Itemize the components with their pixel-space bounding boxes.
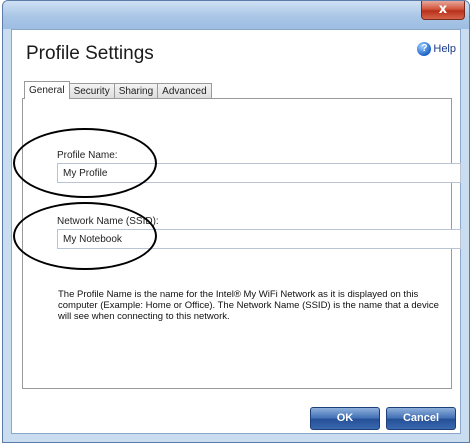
help-link[interactable]: ? Help (417, 42, 456, 56)
general-panel: Profile Name: My Profile Network Name (S… (13, 98, 461, 389)
close-icon: x (438, 2, 448, 17)
client-area: Profile Settings ? Help General Security… (11, 29, 461, 434)
tab-bar: General Security Sharing Advanced (24, 81, 212, 99)
tab-advanced[interactable]: Advanced (157, 83, 212, 99)
profile-settings-window: x Profile Settings ? Help General Securi… (2, 0, 470, 443)
tab-general[interactable]: General (24, 81, 70, 99)
description-text: The Profile Name is the name for the Int… (58, 289, 439, 322)
help-icon: ? (417, 42, 432, 56)
annotation-circle-network (13, 202, 157, 270)
page-title: Profile Settings (26, 43, 154, 64)
close-button[interactable]: x (421, 1, 465, 20)
title-bar[interactable]: x (3, 1, 469, 29)
ok-button[interactable]: OK (310, 407, 380, 430)
cancel-button[interactable]: Cancel (386, 407, 456, 430)
help-label: Help (433, 43, 456, 55)
tab-security[interactable]: Security (68, 83, 115, 99)
tab-sharing[interactable]: Sharing (113, 83, 159, 99)
annotation-circle-profile (13, 128, 157, 198)
